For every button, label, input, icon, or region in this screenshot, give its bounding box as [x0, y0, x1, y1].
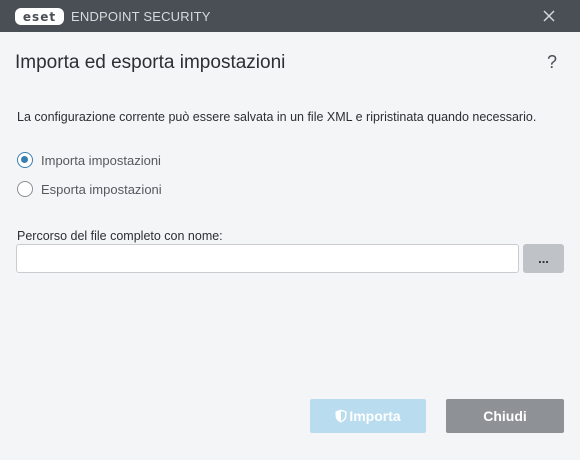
- import-button-label: Importa: [349, 408, 401, 424]
- help-button[interactable]: ?: [542, 50, 562, 74]
- radio-label-import: Importa impostazioni: [41, 152, 161, 168]
- close-button[interactable]: Chiudi: [446, 399, 564, 433]
- radio-button-import[interactable]: [17, 152, 33, 168]
- shield-icon: [335, 409, 347, 423]
- window-close-button[interactable]: [532, 0, 566, 32]
- page-title: Importa ed esporta impostazioni: [15, 52, 286, 73]
- radio-export-settings[interactable]: Esporta impostazioni: [17, 181, 162, 197]
- eset-logo: eset: [15, 8, 64, 25]
- browse-button[interactable]: ...: [523, 244, 564, 273]
- import-button[interactable]: Importa: [310, 399, 426, 433]
- import-export-dialog: eset ENDPOINT SECURITY Importa ed esport…: [0, 0, 580, 460]
- file-path-input[interactable]: [16, 244, 519, 273]
- close-icon: [543, 10, 555, 22]
- radio-label-export: Esporta impostazioni: [41, 181, 162, 197]
- radio-button-export[interactable]: [17, 181, 33, 197]
- file-path-label: Percorso del file completo con nome:: [17, 229, 223, 243]
- title-bar[interactable]: eset ENDPOINT SECURITY: [0, 0, 580, 32]
- description-text: La configurazione corrente può essere sa…: [17, 110, 537, 124]
- product-name: ENDPOINT SECURITY: [71, 9, 211, 24]
- radio-import-settings[interactable]: Importa impostazioni: [17, 152, 161, 168]
